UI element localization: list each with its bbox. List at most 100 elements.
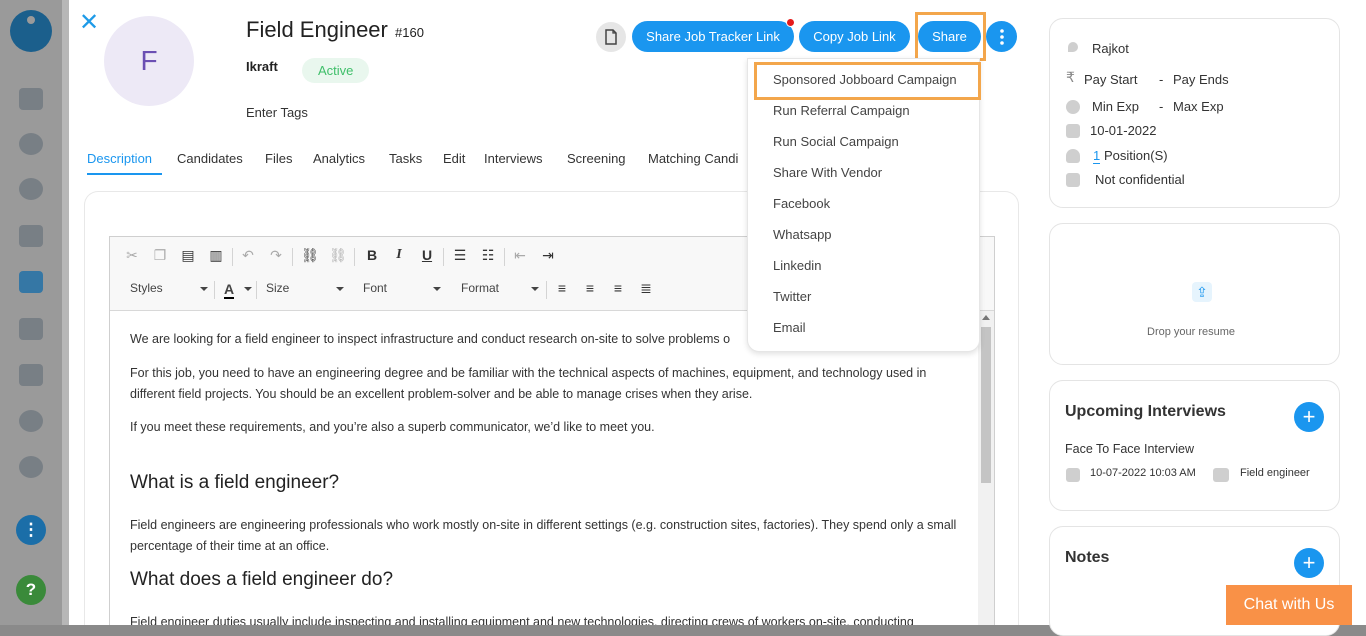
menu-item-email[interactable]: Email	[773, 320, 806, 335]
menu-item-linkedin[interactable]: Linkedin	[773, 258, 821, 273]
size-dropdown[interactable]: Size	[266, 281, 346, 295]
toolbar-separator	[232, 248, 233, 266]
size-label: Size	[266, 281, 290, 295]
text-color-icon: A	[224, 281, 235, 299]
job-number: #160	[395, 25, 424, 40]
menu-item-twitter[interactable]: Twitter	[773, 289, 811, 304]
align-left-icon[interactable]: ≡	[552, 280, 572, 296]
text-color-button[interactable]: A	[224, 281, 252, 299]
scrollbar-thumb[interactable]	[981, 327, 991, 483]
tab-files[interactable]: Files	[265, 151, 292, 166]
pie-chart-icon[interactable]	[19, 410, 43, 432]
tab-description[interactable]: Description	[87, 151, 152, 166]
justify-icon[interactable]: ≣	[636, 280, 656, 297]
font-dropdown[interactable]: Font	[363, 281, 443, 295]
upload-icon: ⇪	[1192, 282, 1212, 302]
dashboard-icon[interactable]	[19, 88, 43, 110]
more-menu-icon[interactable]: ⋮	[16, 515, 46, 545]
upcoming-interviews-card: Upcoming Interviews + Face To Face Inter…	[1049, 380, 1340, 511]
copy-job-link-button[interactable]: Copy Job Link	[799, 21, 910, 52]
job-title: Field Engineer	[246, 17, 388, 42]
align-right-icon[interactable]: ≡	[608, 280, 628, 296]
underline-icon[interactable]: U	[417, 247, 437, 263]
help-icon[interactable]: ?	[16, 575, 46, 605]
heading: What is a field engineer?	[130, 472, 340, 493]
menu-item-sponsored-jobboard[interactable]: Sponsored Jobboard Campaign	[773, 72, 957, 87]
user-icon[interactable]	[19, 178, 43, 200]
scroll-up-arrow[interactable]	[982, 315, 990, 320]
paste-icon[interactable]: ▤	[178, 247, 198, 264]
menu-item-social-campaign[interactable]: Run Social Campaign	[773, 134, 899, 149]
rocket-icon[interactable]	[19, 364, 43, 386]
menu-item-whatsapp[interactable]: Whatsapp	[773, 227, 832, 242]
align-center-icon[interactable]: ≡	[580, 280, 600, 296]
undo-icon[interactable]: ↶	[238, 247, 258, 264]
tab-edit[interactable]: Edit	[443, 151, 465, 166]
redo-icon[interactable]: ↷	[266, 247, 286, 264]
toolbar-separator	[354, 248, 355, 266]
tab-matching-candidates[interactable]: Matching Candi	[648, 151, 738, 166]
rupee-icon: ₹	[1066, 69, 1075, 85]
decrease-indent-icon[interactable]: ⇤	[510, 247, 530, 264]
menu-item-share-vendor[interactable]: Share With Vendor	[773, 165, 882, 180]
people-icon[interactable]	[19, 318, 43, 340]
job-avatar: F	[104, 16, 194, 106]
numbered-list-icon[interactable]: ☷	[478, 247, 498, 264]
increase-indent-icon[interactable]: ⇥	[538, 247, 558, 264]
heading: What does a field engineer do?	[130, 569, 394, 590]
share-button-highlight	[915, 12, 986, 61]
max-exp: Max Exp	[1173, 99, 1224, 114]
interviews-heading: Upcoming Interviews	[1065, 403, 1226, 420]
italic-icon[interactable]: I	[389, 247, 409, 263]
format-label: Format	[461, 281, 500, 295]
add-interview-button[interactable]: +	[1294, 402, 1324, 432]
pay-separator: -	[1159, 72, 1164, 87]
link-icon[interactable]: ⛓	[300, 247, 320, 264]
paragraph: We are looking for a field engineer to i…	[130, 332, 731, 346]
resume-dropzone[interactable]: ⇪ Drop your resume	[1049, 223, 1340, 365]
styles-label: Styles	[130, 281, 163, 295]
share-job-tracker-link-button[interactable]: Share Job Tracker Link	[632, 21, 794, 52]
menu-item-referral-campaign[interactable]: Run Referral Campaign	[773, 103, 910, 118]
document-button[interactable]	[596, 22, 626, 52]
briefcase-icon[interactable]	[19, 271, 43, 293]
company-name: Ikraft	[246, 59, 278, 74]
search-icon[interactable]	[19, 133, 43, 155]
paste-text-icon[interactable]: ▥	[206, 247, 226, 264]
vertical-dots-icon	[999, 28, 1004, 45]
tags-input[interactable]: Enter Tags	[246, 105, 308, 120]
format-dropdown[interactable]: Format	[461, 281, 541, 295]
add-note-button[interactable]: +	[1294, 548, 1324, 578]
bulleted-list-icon[interactable]: ☰	[450, 247, 470, 264]
tab-tasks[interactable]: Tasks	[389, 151, 422, 166]
settings-icon[interactable]	[19, 456, 43, 478]
styles-dropdown[interactable]: Styles	[130, 281, 208, 295]
cut-icon[interactable]: ✂	[122, 247, 142, 264]
close-icon[interactable]: ✕	[79, 8, 99, 37]
chat-with-us-button[interactable]: Chat with Us	[1226, 585, 1352, 625]
tab-screening[interactable]: Screening	[567, 151, 626, 166]
exp-separator: -	[1159, 99, 1164, 114]
overlay-edge	[62, 0, 69, 625]
app-logo[interactable]	[10, 10, 52, 52]
drop-resume-label: Drop your resume	[1147, 326, 1236, 338]
unlink-icon[interactable]: ⛓	[328, 247, 348, 264]
menu-item-facebook[interactable]: Facebook	[773, 196, 830, 211]
paragraph: If you meet these requirements, and you’…	[130, 420, 655, 434]
layers-icon[interactable]	[19, 225, 43, 247]
more-options-button[interactable]	[986, 21, 1017, 52]
copy-icon[interactable]: ❐	[150, 247, 170, 264]
notification-dot	[786, 18, 795, 27]
font-label: Font	[363, 281, 388, 295]
toolbar-separator	[214, 281, 215, 299]
toolbar-separator	[443, 248, 444, 266]
positions-label: Position(S)	[1104, 148, 1168, 163]
interview-job: Field engineer	[1240, 467, 1310, 479]
tab-interviews[interactable]: Interviews	[484, 151, 543, 166]
positions-count: 1	[1093, 148, 1101, 164]
tab-candidates[interactable]: Candidates	[177, 151, 243, 166]
toolbar-separator	[504, 248, 505, 266]
tab-analytics[interactable]: Analytics	[313, 151, 365, 166]
toolbar-separator	[256, 281, 257, 299]
bold-icon[interactable]: B	[362, 247, 382, 263]
